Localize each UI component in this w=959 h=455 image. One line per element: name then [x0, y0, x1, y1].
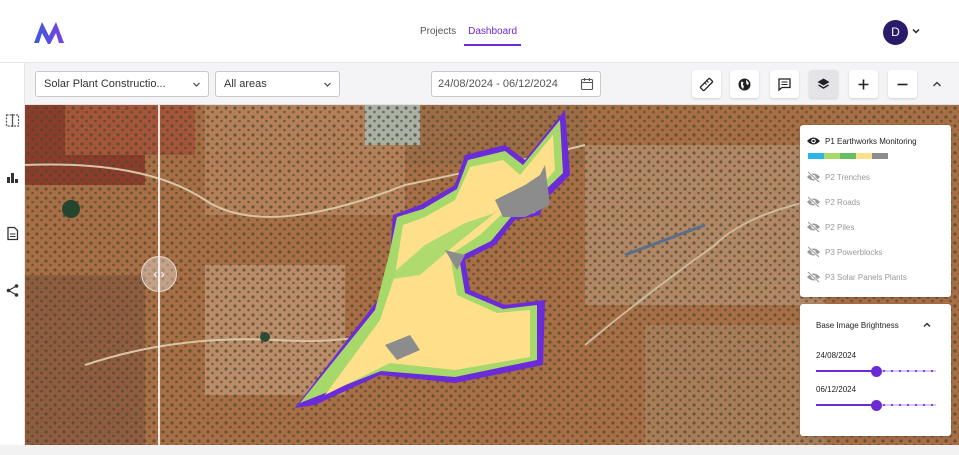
legend-swatch — [872, 153, 888, 159]
brightness-panel: Base Image Brightness 24/08/2024 06/12/2… — [800, 304, 951, 436]
slider-label-after: 06/12/2024 — [816, 385, 857, 394]
ruler-icon — [699, 77, 714, 91]
split-handle[interactable]: ‹ › — [141, 256, 177, 292]
legend-swatch — [808, 153, 824, 159]
footer-bar — [0, 445, 959, 455]
nav-dashboard[interactable]: Dashboard — [462, 0, 523, 63]
chevron-down-icon — [324, 82, 331, 87]
project-select-value: Solar Plant Constructio... — [44, 78, 166, 90]
layer-label: P3 Powerblocks — [825, 247, 883, 257]
chevron-down-icon[interactable] — [911, 26, 921, 36]
nav-projects[interactable]: Projects — [414, 0, 462, 63]
brightness-title: Base Image Brightness — [816, 321, 899, 330]
app-logo[interactable] — [33, 20, 65, 44]
slider-thumb[interactable] — [871, 400, 882, 411]
document-icon[interactable] — [5, 226, 20, 241]
layer-legend — [808, 153, 888, 159]
eye-off-icon[interactable] — [806, 196, 821, 208]
layer-p3-solar-panels[interactable]: P3 Solar Panels Plants — [806, 269, 907, 285]
layer-label: P3 Solar Panels Plants — [825, 272, 907, 282]
top-header: Projects Dashboard D — [0, 0, 959, 63]
brightness-slider-before[interactable] — [816, 366, 936, 377]
main-nav: Projects Dashboard — [414, 0, 523, 63]
area-select[interactable]: All areas — [215, 71, 340, 97]
calendar-icon[interactable] — [580, 77, 594, 91]
legend-swatch — [824, 153, 840, 159]
layers-icon — [817, 78, 830, 89]
chevron-up-icon[interactable] — [930, 77, 944, 91]
left-rail — [0, 63, 25, 445]
layer-p3-powerblocks[interactable]: P3 Powerblocks — [806, 244, 882, 260]
zoom-in-icon — [858, 79, 869, 89]
layer-label: P2 Trenches — [825, 172, 870, 182]
zoom-out-icon — [897, 83, 908, 85]
date-range-value: 24/08/2024 - 06/12/2024 — [438, 78, 558, 90]
zoom-in-button[interactable] — [849, 70, 878, 98]
layers-panel: P1 Earthworks Monitoring P2 Trenches P2 … — [800, 125, 951, 297]
eye-icon[interactable] — [806, 135, 821, 147]
brightness-slider-after[interactable] — [816, 400, 936, 411]
project-select[interactable]: Solar Plant Constructio... — [35, 71, 209, 97]
eye-off-icon[interactable] — [806, 246, 821, 258]
eye-off-icon[interactable] — [806, 271, 821, 283]
slider-thumb[interactable] — [871, 366, 882, 377]
eye-off-icon[interactable] — [806, 171, 821, 183]
layer-p2-roads[interactable]: P2 Roads — [806, 194, 860, 210]
legend-swatch — [856, 153, 872, 159]
basemap-button[interactable] — [730, 70, 759, 98]
comment-icon — [778, 77, 791, 91]
eye-off-icon[interactable] — [806, 221, 821, 233]
layer-label: P1 Earthworks Monitoring — [825, 136, 917, 146]
user-avatar[interactable]: D — [883, 20, 908, 45]
layer-label: P2 Piles — [825, 222, 855, 232]
globe-icon — [738, 78, 751, 90]
split-view-icon[interactable] — [5, 113, 20, 128]
area-select-value: All areas — [224, 78, 267, 90]
layers-button[interactable] — [809, 70, 838, 98]
comments-button[interactable] — [770, 70, 799, 98]
layer-label: P2 Roads — [825, 197, 861, 207]
date-range-picker[interactable]: 24/08/2024 - 06/12/2024 — [431, 71, 601, 97]
bar-chart-icon[interactable] — [5, 170, 20, 185]
layer-p2-trenches[interactable]: P2 Trenches — [806, 169, 870, 185]
chevron-down-icon — [193, 82, 200, 87]
zoom-out-button[interactable] — [888, 70, 917, 98]
layer-p1-earthworks[interactable]: P1 Earthworks Monitoring — [806, 133, 917, 149]
layer-p2-piles[interactable]: P2 Piles — [806, 219, 854, 235]
slider-label-before: 24/08/2024 — [816, 351, 857, 360]
share-icon[interactable] — [5, 283, 20, 298]
legend-swatch — [840, 153, 856, 159]
measure-button[interactable] — [692, 70, 721, 98]
map-toolbar: Solar Plant Constructio... All areas 24/… — [25, 63, 959, 105]
chevron-up-icon[interactable] — [922, 320, 932, 330]
